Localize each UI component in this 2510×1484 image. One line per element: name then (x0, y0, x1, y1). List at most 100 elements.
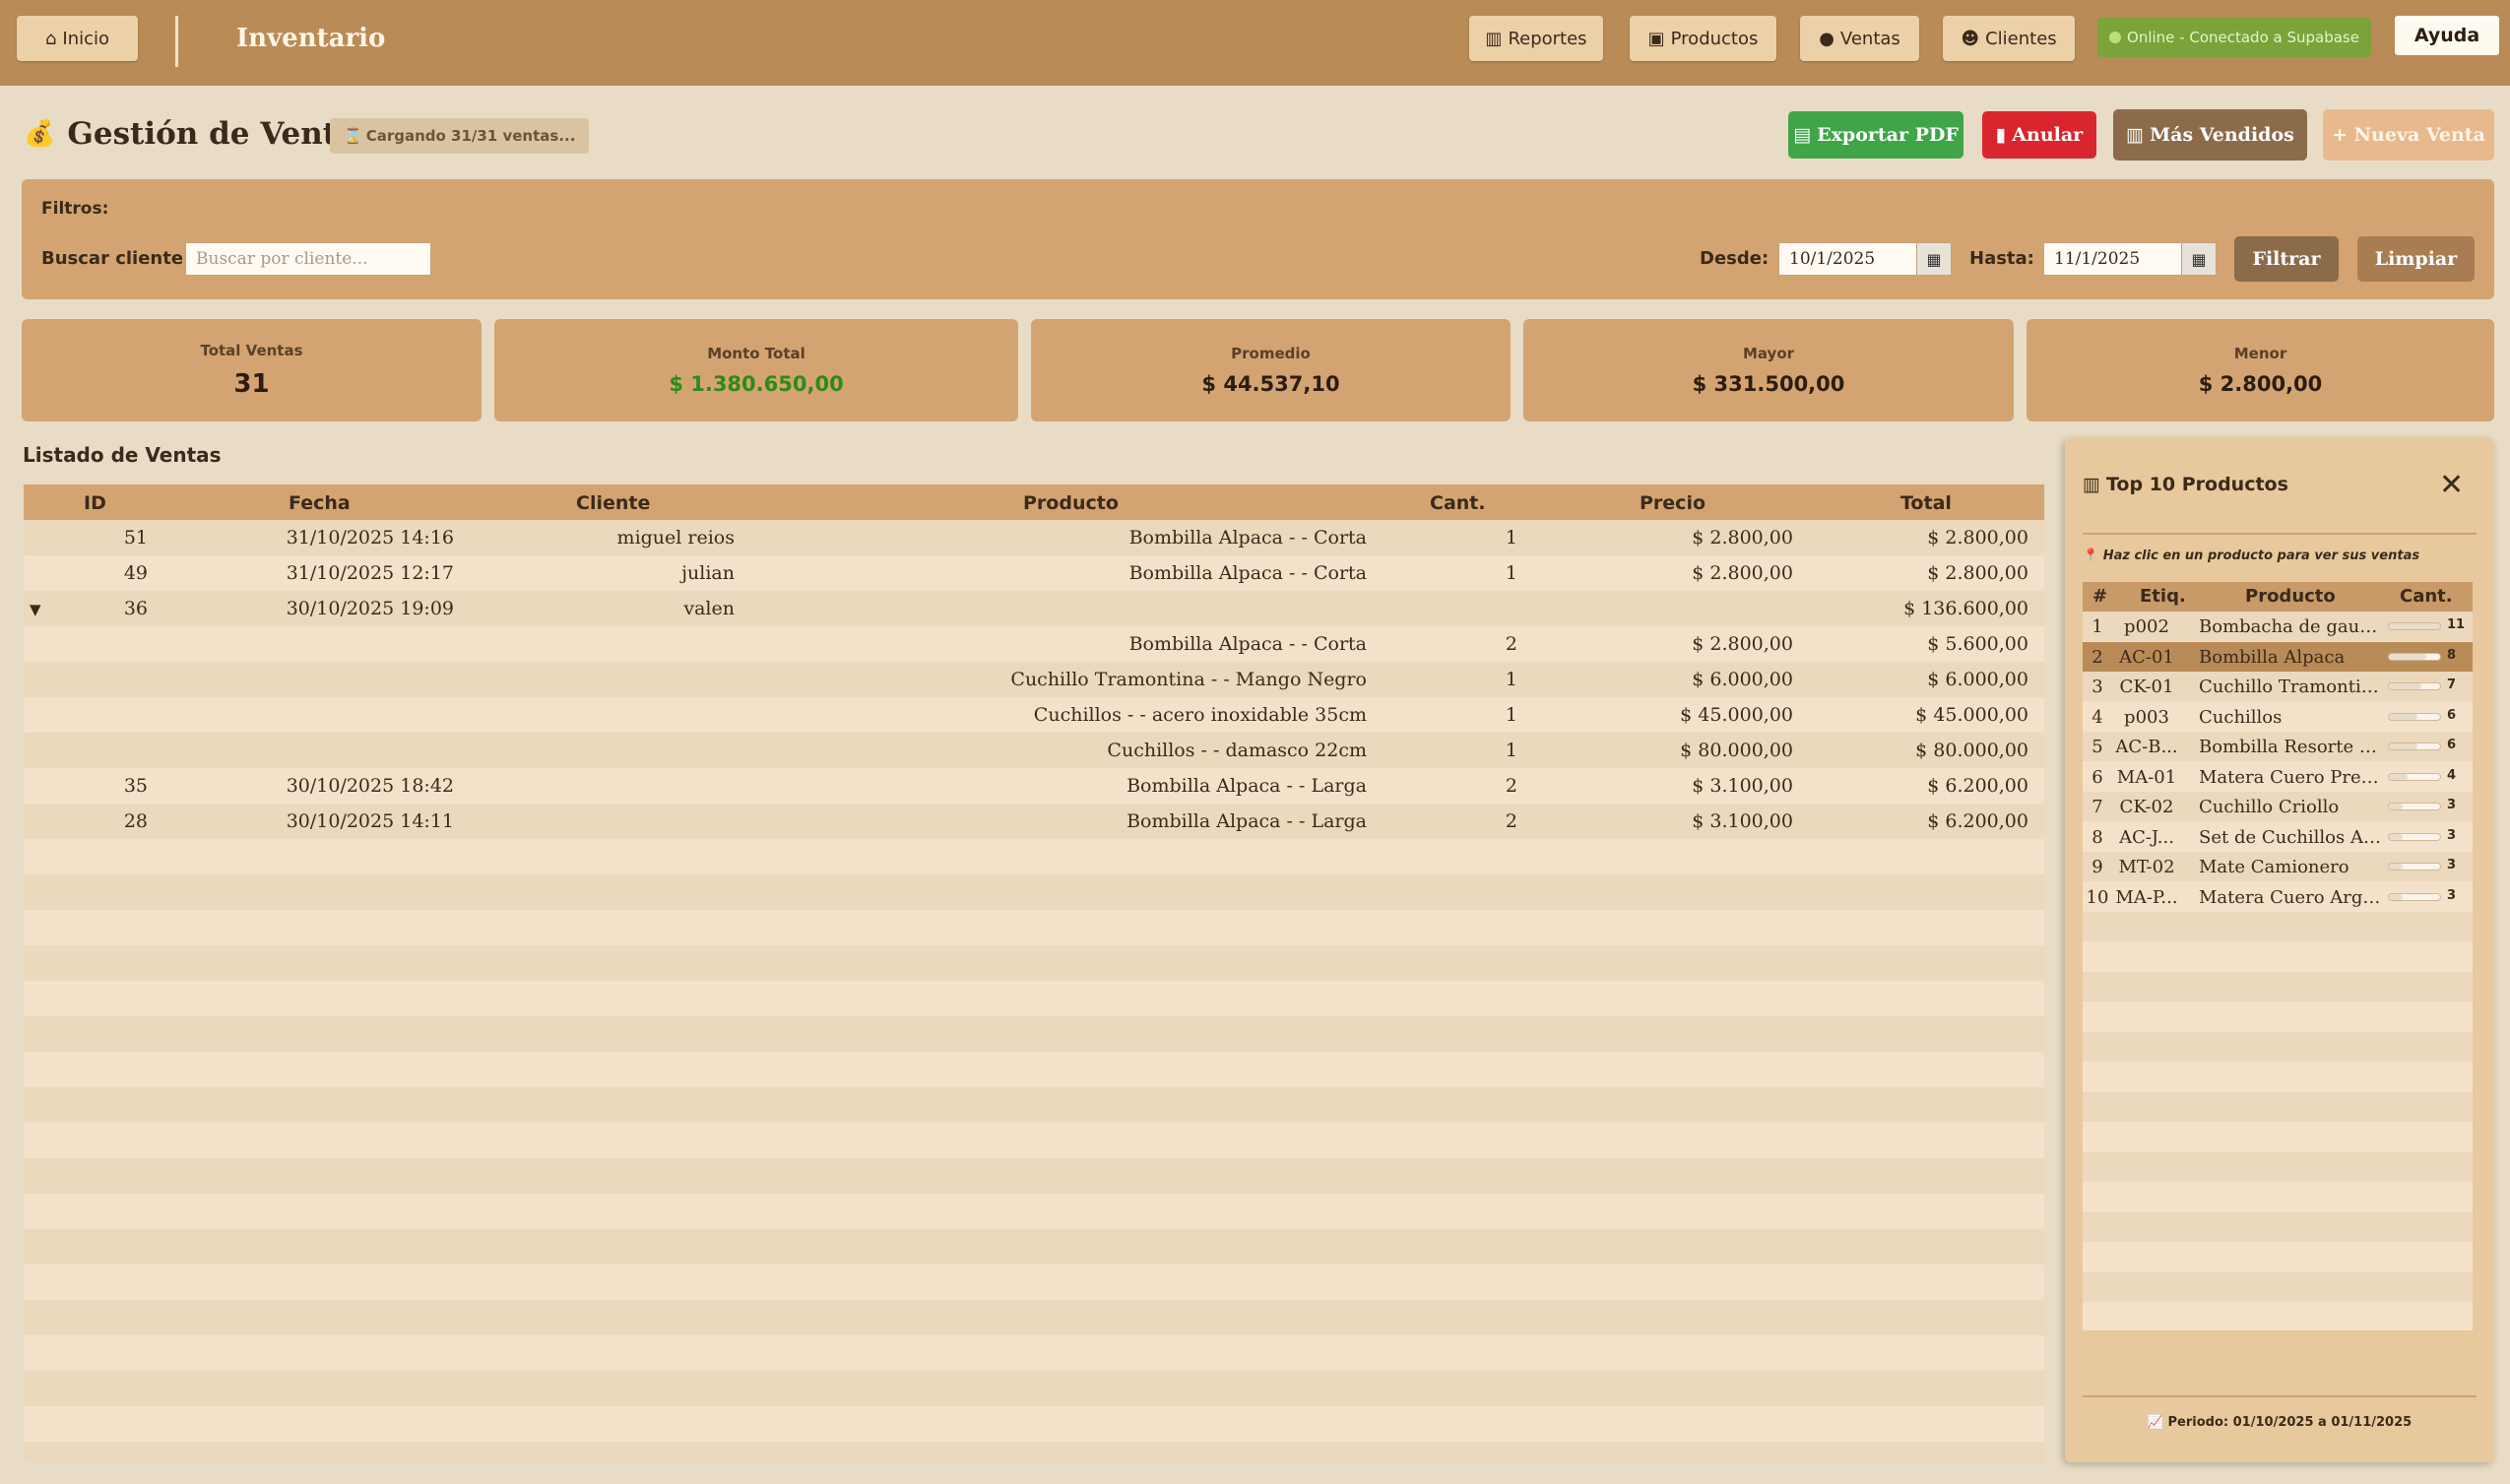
trash-icon: ▮ (1995, 124, 2007, 146)
table-row-bg (24, 1087, 2044, 1123)
table-row-bg (24, 1371, 2044, 1406)
product-row[interactable]: 4 p003 Cuchillos 6 (2083, 702, 2473, 732)
table-subrow[interactable]: Cuchillo Tramontina - - Mango Negro 1 $ 6.… (24, 662, 2044, 697)
cell-precio: $ 45.000,00 (1680, 704, 1793, 726)
quantity-bar-fill (2389, 773, 2408, 780)
col-producto[interactable]: Producto (1023, 492, 1119, 514)
export-pdf-button[interactable]: ▤ Exportar PDF (1788, 111, 1963, 159)
cell-rank: 3 (2092, 677, 2103, 697)
chart-icon: ▥ (1485, 28, 1503, 49)
calendar-icon[interactable]: ▦ (1916, 242, 1952, 276)
product-row[interactable]: 7 CK-02 Cuchillo Criollo 3 (2083, 792, 2473, 821)
cell-producto: Matera Cuero Prem... (2199, 766, 2382, 788)
product-row[interactable]: 3 CK-01 Cuchillo Tramontina 7 (2083, 672, 2473, 701)
cell-precio: $ 6.000,00 (1692, 669, 1793, 690)
nav-productos-button[interactable]: ▣ Productos (1630, 16, 1776, 61)
stat-value: $ 2.800,00 (2198, 372, 2323, 396)
expand-toggle-icon[interactable]: ▼ (30, 601, 41, 618)
connection-status-text: Online - Conectado a Supabase (2127, 29, 2359, 46)
col-precio[interactable]: Precio (1640, 492, 1706, 514)
table-subrow[interactable]: Bombilla Alpaca - - Corta 2 $ 2.800,00 $ 5.… (24, 626, 2044, 662)
table-row-bg (24, 874, 2044, 910)
hourglass-icon: ⌛ (344, 127, 362, 145)
cell-fecha: 31/10/2025 14:16 (286, 527, 454, 548)
col-cliente[interactable]: Cliente (576, 492, 650, 514)
divider (175, 16, 178, 67)
stat-value: $ 331.500,00 (1692, 372, 1845, 396)
table-row[interactable]: 28 30/10/2025 14:11 Bombilla Alpaca - - La… (24, 804, 2044, 839)
nav-clientes-button[interactable]: ☻ Clientes (1943, 16, 2075, 61)
cell-rank: 10 (2086, 886, 2109, 908)
cell-producto: Cuchillo Criollo (2199, 797, 2340, 817)
cell-producto: Mate Camionero (2199, 857, 2349, 877)
document-icon: ▤ (1793, 124, 1812, 146)
table-subrow[interactable]: Cuchillos - - damasco 22cm 1 $ 80.000,00 $ … (24, 733, 2044, 768)
period-footer: 📈 Periodo: 01/10/2025 a 01/11/2025 (2065, 1415, 2494, 1430)
filter-button[interactable]: Filtrar (2234, 236, 2339, 282)
col-total[interactable]: Total (1900, 492, 1952, 514)
stat-label: Promedio (1231, 345, 1311, 362)
mas-vendidos-button[interactable]: ▥ Más Vendidos (2113, 109, 2307, 161)
cell-cant: 2 (1505, 810, 1517, 832)
product-row[interactable]: 1 p002 Bombacha de gaucho 11 (2083, 612, 2473, 641)
nav-ventas-button[interactable]: ● Ventas (1800, 16, 1919, 61)
table-row[interactable]: ▼ 36 30/10/2025 19:09 valen $ 136.600,00 (24, 591, 2044, 626)
quantity-bar-fill (2389, 713, 2417, 720)
export-pdf-label: Exportar PDF (1817, 124, 1959, 146)
users-icon: ☻ (1961, 28, 1980, 49)
product-row[interactable]: 9 MT-02 Mate Camionero 3 (2083, 852, 2473, 881)
date-from-input[interactable]: 10/1/2025 (1778, 242, 1918, 276)
stat-mayor: Mayor $ 331.500,00 (1523, 319, 2014, 421)
col-id[interactable]: ID (84, 492, 106, 514)
quantity-bar-fill (2389, 623, 2440, 629)
col-fecha[interactable]: Fecha (289, 492, 351, 514)
cell-cant: 8 (2447, 647, 2457, 663)
cell-id: 49 (123, 562, 148, 584)
cell-etiq: MA-P... (2115, 886, 2178, 908)
nueva-venta-button[interactable]: + Nueva Venta (2323, 109, 2494, 161)
calendar-icon[interactable]: ▦ (2181, 242, 2217, 276)
table-row-bg (24, 1264, 2044, 1300)
cell-precio: $ 2.800,00 (1692, 527, 1793, 548)
product-row[interactable]: 2 AC-01 Bombilla Alpaca 8 (2083, 641, 2473, 672)
table-row-bg (24, 1158, 2044, 1194)
table-row-bg (2083, 912, 2473, 941)
stat-promedio: Promedio $ 44.537,10 (1031, 319, 1511, 421)
product-row[interactable]: 8 AC-J... Set de Cuchillos As... 3 (2083, 822, 2473, 852)
product-row[interactable]: 10 MA-P... Matera Cuero Arge... 3 (2083, 882, 2473, 912)
cell-producto: Cuchillo Tramontina - - Mango Negro (1010, 669, 1367, 690)
cell-cant: 6 (2447, 738, 2457, 752)
nav-clientes-label: Clientes (1985, 28, 2057, 49)
cell-etiq: CK-02 (2119, 797, 2174, 817)
help-button[interactable]: Ayuda (2395, 16, 2499, 55)
date-to-input[interactable]: 11/1/2025 (2043, 242, 2183, 276)
nav-reportes-label: Reportes (1508, 28, 1587, 49)
anular-button[interactable]: ▮ Anular (1982, 111, 2096, 159)
table-subrow[interactable]: Cuchillos - - acero inoxidable 35cm 1 $ 45… (24, 697, 2044, 733)
top-products-panel: ▥ Top 10 Productos ✕ 📍 Haz clic en un pr… (2065, 438, 2494, 1462)
table-row[interactable]: 51 31/10/2025 14:16 miguel reios Bombilla A… (24, 520, 2044, 555)
cell-etiq: p002 (2124, 616, 2169, 637)
cell-producto: Cuchillos (2199, 706, 2283, 728)
search-client-input[interactable]: Buscar por cliente... (185, 242, 431, 276)
product-row[interactable]: 6 MA-01 Matera Cuero Prem... 4 (2083, 762, 2473, 792)
stat-total-ventas: Total Ventas 31 (22, 319, 482, 421)
divider (2083, 1395, 2477, 1397)
cell-cant: 4 (2447, 767, 2457, 783)
money-bag-icon: ● (1819, 28, 1834, 49)
clear-button[interactable]: Limpiar (2357, 236, 2475, 282)
home-button[interactable]: ⌂ Inicio (17, 16, 138, 61)
filters-panel: Filtros: Buscar cliente: Buscar por clie… (22, 179, 2494, 299)
cell-etiq: MA-01 (2116, 766, 2177, 788)
cell-rank: 5 (2092, 737, 2103, 757)
nav-reportes-button[interactable]: ▥ Reportes (1469, 16, 1603, 61)
cell-rank: 2 (2092, 646, 2103, 668)
table-row[interactable]: 35 30/10/2025 18:42 Bombilla Alpaca - - La… (24, 768, 2044, 804)
quantity-bar-fill (2389, 833, 2404, 840)
cell-rank: 7 (2092, 797, 2103, 817)
col-cant[interactable]: Cant. (1430, 492, 1486, 514)
cell-precio: $ 3.100,00 (1692, 810, 1793, 832)
table-row[interactable]: 49 31/10/2025 12:17 julian Bombilla Alpaca … (24, 555, 2044, 591)
product-row[interactable]: 5 AC-B... Bombilla Resorte Al... 6 (2083, 732, 2473, 761)
close-icon[interactable]: ✕ (2439, 468, 2464, 502)
